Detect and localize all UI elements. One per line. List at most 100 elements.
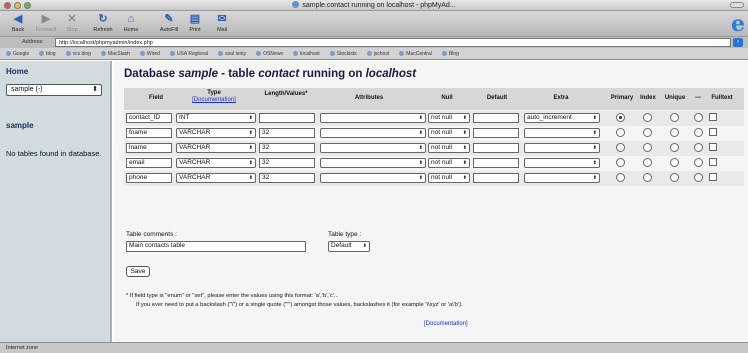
print-button[interactable]: ▤ Print [182, 13, 208, 33]
index-radio[interactable] [643, 113, 652, 122]
attributes-select[interactable]: ⬍ [320, 113, 426, 123]
back-button[interactable]: ◀ Back [5, 13, 31, 33]
none-radio[interactable] [694, 143, 703, 152]
type-select[interactable]: VARCHAR ⬍ [176, 158, 256, 168]
index-radio[interactable] [643, 173, 652, 182]
home-link[interactable]: Home [6, 67, 28, 76]
primary-radio[interactable] [616, 128, 625, 137]
none-radio[interactable] [694, 128, 703, 137]
address-input[interactable]: http://localhost/phpmyadmin/index.php [55, 38, 731, 47]
primary-radio[interactable] [616, 173, 625, 182]
favorite-link[interactable]: Wired [140, 51, 160, 57]
database-select[interactable]: sample (-) ⬍ [6, 84, 102, 96]
favorite-link[interactable]: OSNews [256, 51, 283, 57]
fulltext-checkbox[interactable] [709, 173, 717, 181]
length-input[interactable] [259, 113, 315, 123]
unique-radio[interactable] [670, 128, 679, 137]
table-type-value: Default [331, 242, 352, 249]
favorite-link[interactable]: Stockists [330, 51, 357, 57]
home-button[interactable]: ⌂ Home [118, 13, 144, 33]
favorite-link[interactable]: jschool [367, 51, 390, 57]
none-radio[interactable] [694, 158, 703, 167]
favorite-link[interactable]: MacCentral [399, 51, 432, 57]
favorite-link[interactable]: vcs blog [66, 51, 91, 57]
field-name-input[interactable]: contact_ID [126, 113, 172, 123]
index-radio[interactable] [643, 143, 652, 152]
favorite-link[interactable]: MacSlash [101, 51, 130, 57]
favorite-link[interactable]: soul lenty [218, 51, 246, 57]
extra-select[interactable]: ⬍ [524, 143, 600, 153]
length-input[interactable]: 32 [259, 128, 315, 138]
none-radio[interactable] [694, 113, 703, 122]
unique-radio[interactable] [670, 113, 679, 122]
type-select[interactable]: VARCHAR ⬍ [176, 143, 256, 153]
refresh-icon: ↻ [98, 13, 108, 25]
field-name-input[interactable]: lname [126, 143, 172, 153]
extra-select[interactable]: ⬍ [524, 173, 600, 183]
primary-radio[interactable] [616, 113, 625, 122]
database-name-link[interactable]: sample [6, 121, 34, 130]
autofill-label: AutoFill [159, 27, 179, 33]
null-select[interactable]: not null ⬍ [428, 143, 470, 153]
extra-select[interactable]: auto_increment ⬍ [524, 113, 600, 123]
documentation-link[interactable]: [Documentation] [424, 321, 468, 327]
fulltext-checkbox[interactable] [709, 143, 717, 151]
field-name-input[interactable]: phone [126, 173, 172, 183]
default-input[interactable] [473, 143, 519, 153]
default-input[interactable] [473, 128, 519, 138]
none-radio[interactable] [694, 173, 703, 182]
length-input[interactable]: 32 [259, 158, 315, 168]
fulltext-checkbox[interactable] [709, 158, 717, 166]
attributes-select[interactable]: ⬍ [320, 128, 426, 138]
extra-select[interactable]: ⬍ [524, 158, 600, 168]
null-select[interactable]: not null ⬍ [428, 158, 470, 168]
favorite-link[interactable]: USA Regional [170, 51, 208, 57]
type-select-value: VARCHAR [179, 159, 211, 166]
favorite-link[interactable]: Blog [442, 51, 459, 57]
index-radio[interactable] [643, 128, 652, 137]
table-comments-input[interactable]: Main contacts table [126, 241, 306, 252]
unique-radio[interactable] [670, 143, 679, 152]
attributes-select[interactable]: ⬍ [320, 173, 426, 183]
length-input[interactable]: 32 [259, 173, 315, 183]
length-input[interactable]: 32 [259, 143, 315, 153]
favorite-link[interactable]: blog [39, 51, 55, 57]
attributes-select[interactable]: ⬍ [320, 143, 426, 153]
unique-radio[interactable] [670, 173, 679, 182]
toolbar-toggle-button[interactable] [730, 2, 744, 8]
null-select[interactable]: not null ⬍ [428, 113, 470, 123]
null-select[interactable]: not null ⬍ [428, 173, 470, 183]
attributes-select[interactable]: ⬍ [320, 158, 426, 168]
default-input[interactable] [473, 113, 519, 123]
table-type-select[interactable]: Default ⬍ [328, 241, 370, 252]
type-documentation-link[interactable]: [Documentation] [174, 97, 254, 104]
favorite-link[interactable]: localhost [293, 51, 320, 57]
mail-button[interactable]: ✉ Mail [209, 13, 235, 33]
fulltext-checkbox[interactable] [709, 128, 717, 136]
type-select[interactable]: INT ⬍ [176, 113, 256, 123]
status-text: Internet zone [6, 345, 39, 351]
type-select[interactable]: VARCHAR ⬍ [176, 173, 256, 183]
stop-button[interactable]: ✕ Stop [59, 13, 85, 33]
field-name-input[interactable]: fname [126, 128, 172, 138]
refresh-button[interactable]: ↻ Refresh [90, 13, 116, 33]
null-select[interactable]: not null ⬍ [428, 128, 470, 138]
autofill-button[interactable]: ✎ AutoFill [156, 13, 182, 33]
index-radio[interactable] [643, 158, 652, 167]
primary-radio[interactable] [616, 158, 625, 167]
header-dash: --- [695, 95, 701, 101]
primary-radio[interactable] [616, 143, 625, 152]
select-arrows-icon: ⬍ [592, 130, 597, 136]
field-name-input[interactable]: email [126, 158, 172, 168]
go-button[interactable]: › [733, 38, 743, 47]
select-arrows-icon: ⬍ [248, 115, 253, 121]
favorite-link[interactable]: Google [6, 51, 29, 57]
fulltext-checkbox[interactable] [709, 113, 717, 121]
forward-button[interactable]: ▶ Forward [33, 13, 59, 33]
extra-select[interactable]: ⬍ [524, 128, 600, 138]
save-button[interactable]: Save [126, 266, 150, 277]
unique-radio[interactable] [670, 158, 679, 167]
type-select[interactable]: VARCHAR ⬍ [176, 128, 256, 138]
default-input[interactable] [473, 173, 519, 183]
default-input[interactable] [473, 158, 519, 168]
